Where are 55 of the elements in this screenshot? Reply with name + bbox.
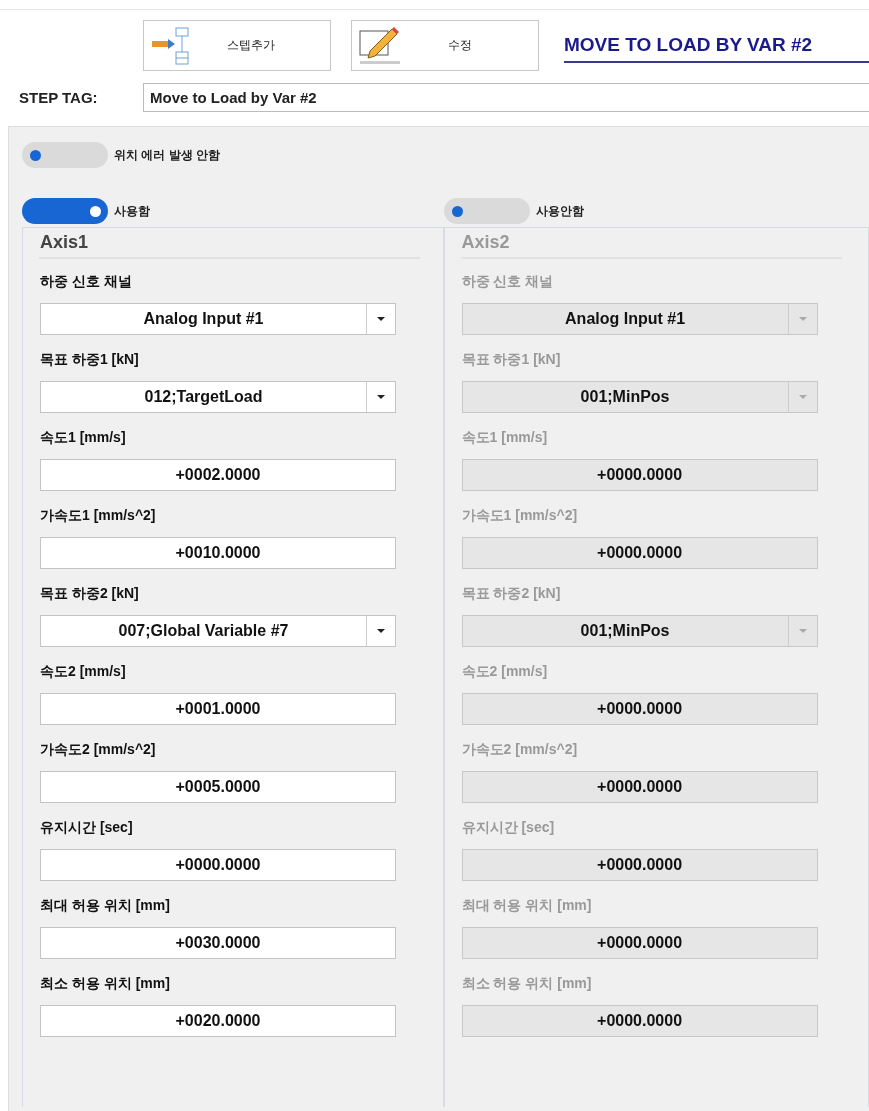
number-field[interactable]: +0005.0000 [40,771,396,803]
toggle-switch[interactable] [22,142,108,168]
field-label: 유지시간 [sec] [40,819,134,837]
field-label: 최소 허용 위치 [mm] [461,975,593,993]
number-field[interactable]: +0000.0000 [461,537,818,569]
field-label: 가속도1 [mm/s^2] [40,507,157,525]
step-title: MOVE TO LOAD BY VAR #2 [564,34,869,63]
number-field[interactable]: +0000.0000 [461,771,818,803]
field-label: 목표 하중2 [kN] [461,585,562,603]
number-field[interactable]: +0000.0000 [40,849,396,881]
field-label: 하중 신호 채널 [461,273,555,291]
toggle-label: 사용함 [114,202,150,220]
axis-title: Axis1 [39,228,420,259]
field-label: 최대 허용 위치 [mm] [461,897,593,915]
field-label: 가속도1 [mm/s^2] [461,507,579,525]
field-label: 가속도2 [mm/s^2] [40,741,157,759]
field-label: 목표 하중1 [kN] [40,351,140,369]
edit-button[interactable]: 수정 [351,20,539,71]
step-flow-icon [150,25,192,66]
dropdown[interactable]: Analog Input #1 [461,303,818,335]
dropdown[interactable]: 012;TargetLoad [40,381,396,413]
toggle-switch[interactable] [443,198,530,224]
field-label: 속도2 [mm/s] [40,663,127,681]
number-field[interactable]: +0000.0000 [461,693,818,725]
axis-title: Axis2 [460,228,842,259]
number-field[interactable]: +0000.0000 [461,927,818,959]
field-label: 하중 신호 채널 [40,273,133,291]
field-label: 목표 하중1 [kN] [461,351,562,369]
field-label: 속도1 [mm/s] [40,429,127,447]
field-label: 최소 허용 위치 [mm] [40,975,171,993]
step-tag-field[interactable]: Move to Load by Var #2 [143,83,869,112]
add-step-button[interactable]: 스텝추가 [143,20,331,71]
dropdown[interactable]: Analog Input #1 [40,303,396,335]
number-field[interactable]: +0002.0000 [40,459,396,491]
number-field[interactable]: +0000.0000 [461,1005,818,1037]
toggle-label: 위치 에러 발생 안함 [114,146,220,164]
toggle-switch[interactable] [22,198,108,224]
number-field[interactable]: +0020.0000 [40,1005,396,1037]
toggle-label: 사용안함 [535,202,584,220]
field-label: 최대 허용 위치 [mm] [40,897,171,915]
dropdown[interactable]: 007;Global Variable #7 [40,615,396,647]
number-field[interactable]: +0030.0000 [40,927,396,959]
field-label: 유지시간 [sec] [461,819,556,837]
pencil-paper-icon [358,24,402,67]
field-label: 목표 하중2 [kN] [40,585,140,603]
field-label: 가속도2 [mm/s^2] [461,741,579,759]
number-field[interactable]: +0000.0000 [461,849,818,881]
dropdown[interactable]: 001;MinPos [461,615,818,647]
number-field[interactable]: +0001.0000 [40,693,396,725]
number-field[interactable]: +0010.0000 [40,537,396,569]
step-tag-label: STEP TAG: [19,89,99,106]
field-label: 속도1 [mm/s] [461,429,549,447]
field-label: 속도2 [mm/s] [461,663,549,681]
number-field[interactable]: +0000.0000 [461,459,818,491]
dropdown[interactable]: 001;MinPos [461,381,818,413]
